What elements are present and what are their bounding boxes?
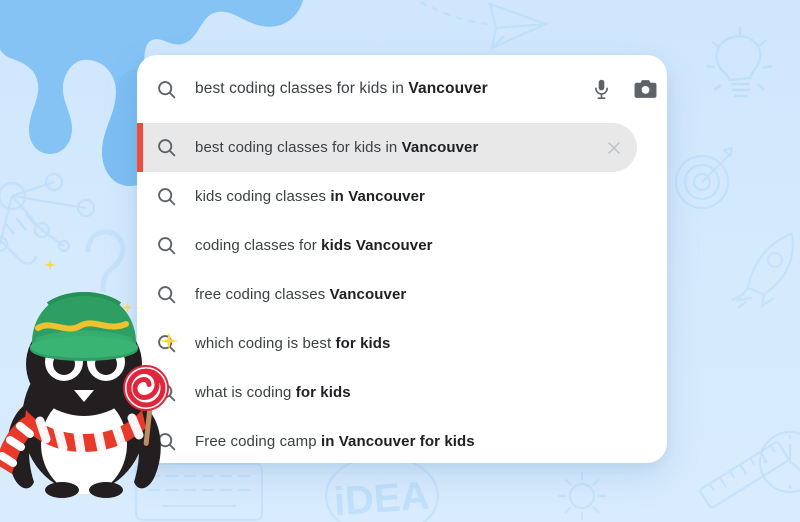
selected-accent-bar: [137, 123, 143, 172]
suggestion-row-selected[interactable]: best coding classes for kids in Vancouve…: [137, 123, 637, 172]
search-query-bold: Vancouver: [408, 80, 488, 97]
search-query-text: best coding classes for kids in Vancouve…: [195, 80, 579, 98]
suggestion-label: Free coding camp in Vancouver for kids: [195, 433, 667, 450]
suggestion-label: kids coding classes in Vancouver: [195, 188, 667, 205]
target-icon: [672, 140, 746, 214]
suggestion-label: which coding is best for kids: [195, 335, 667, 352]
sparkle-star: [44, 258, 56, 276]
close-icon[interactable]: [591, 141, 637, 155]
camera-icon[interactable]: [623, 79, 667, 99]
screenshot-stage: iDEA best coding classes for kids in Van…: [0, 0, 800, 522]
suggestion-list: best coding classes for kids in Vancouve…: [137, 123, 667, 463]
suggestion-bold: for kids: [335, 335, 391, 352]
suggestion-bold: in Vancouver: [330, 188, 425, 205]
suggestion-bold: in Vancouver for kids: [320, 433, 475, 450]
suggestion-prefix: coding classes for: [195, 237, 322, 254]
suggestion-bold: Vancouver: [401, 139, 479, 156]
ruler-icon: [690, 438, 800, 518]
suggestion-prefix: best coding classes for kids in: [195, 139, 402, 156]
suggestion-label: coding classes for kids Vancouver: [195, 237, 667, 254]
search-query-prefix: best coding classes for kids in: [195, 80, 409, 97]
suggestion-label: what is coding for kids: [195, 384, 667, 401]
penguin-mascot: [0, 291, 186, 522]
suggestion-bold: kids Vancouver: [321, 237, 433, 254]
suggestion-prefix: what is coding: [195, 384, 296, 401]
suggestion-row[interactable]: free coding classes Vancouver: [137, 270, 667, 319]
suggestion-row[interactable]: Free coding camp in Vancouver for kids: [137, 417, 667, 463]
suggestion-row[interactable]: kids coding classes in Vancouver: [137, 172, 667, 221]
suggestion-label: best coding classes for kids in Vancouve…: [195, 139, 591, 156]
suggestion-prefix: which coding is best: [195, 335, 336, 352]
suggestion-prefix: free coding classes: [195, 286, 330, 303]
suggestion-bold: for kids: [295, 384, 351, 401]
search-icon: [137, 137, 195, 158]
suggestion-row[interactable]: what is coding for kids: [137, 368, 667, 417]
suggestion-row[interactable]: which coding is best for kids: [137, 319, 667, 368]
search-icon: [137, 79, 195, 100]
gear-icon: [548, 462, 618, 522]
suggestion-prefix: kids coding classes: [195, 188, 331, 205]
suggestion-row[interactable]: coding classes for kids Vancouver: [137, 221, 667, 270]
search-icon: [137, 186, 195, 207]
search-icon: [137, 235, 195, 256]
paper-airplane-icon: [418, 0, 558, 60]
search-bar[interactable]: best coding classes for kids in Vancouve…: [137, 55, 667, 123]
microphone-icon[interactable]: [579, 78, 623, 100]
suggestion-label: free coding classes Vancouver: [195, 286, 667, 303]
search-suggestions-card: best coding classes for kids in Vancouve…: [137, 55, 667, 463]
suggestion-bold: Vancouver: [329, 286, 407, 303]
lightbulb-icon: [700, 22, 780, 112]
svg-text:iDEA: iDEA: [332, 474, 430, 522]
suggestion-prefix: Free coding camp: [195, 433, 321, 450]
rocket-icon: [730, 226, 800, 316]
